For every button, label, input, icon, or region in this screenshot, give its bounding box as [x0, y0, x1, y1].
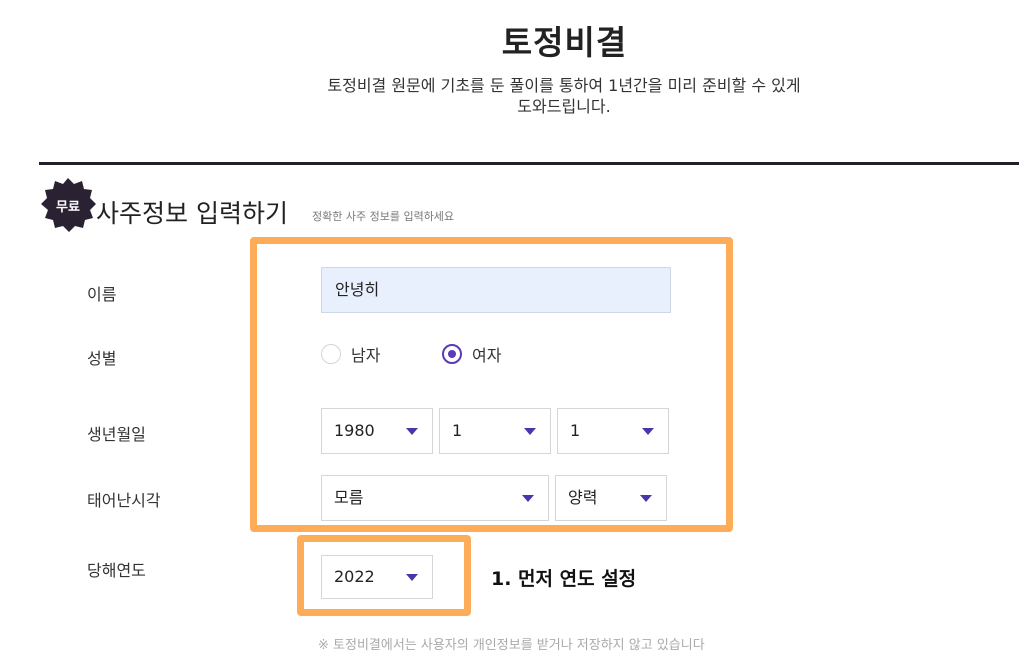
- form-highlight-box: [250, 237, 733, 532]
- description-line-1: 토정비결 원문에 기초를 둔 풀이를 통하여 1년간을 미리 준비할 수 있게: [327, 76, 801, 95]
- target-year-label: 당해연도: [87, 561, 146, 580]
- section-divider: [39, 162, 1019, 165]
- privacy-footnote: ※ 토정비결에서는 사용자의 개인정보를 받거나 저장하지 않고 있습니다: [318, 638, 705, 653]
- page-description: 토정비결 원문에 기초를 둔 풀이를 통하여 1년간을 미리 준비할 수 있게 …: [290, 75, 838, 117]
- badge-label: 무료: [56, 200, 80, 215]
- gender-label: 성별: [87, 349, 117, 368]
- free-badge: 무료: [38, 177, 98, 233]
- description-line-2: 도와드립니다.: [517, 97, 611, 116]
- name-label: 이름: [87, 285, 117, 304]
- annotation-text: 1. 먼저 연도 설정: [491, 568, 637, 590]
- section-title: 사주정보 입력하기: [96, 199, 288, 228]
- birthtime-label: 태어난시각: [87, 491, 161, 510]
- section-subtitle: 정확한 사주 정보를 입력하세요: [312, 210, 455, 223]
- page-title: 토정비결: [501, 23, 628, 62]
- year-highlight-box: [297, 535, 471, 616]
- birthdate-label: 생년월일: [87, 425, 146, 444]
